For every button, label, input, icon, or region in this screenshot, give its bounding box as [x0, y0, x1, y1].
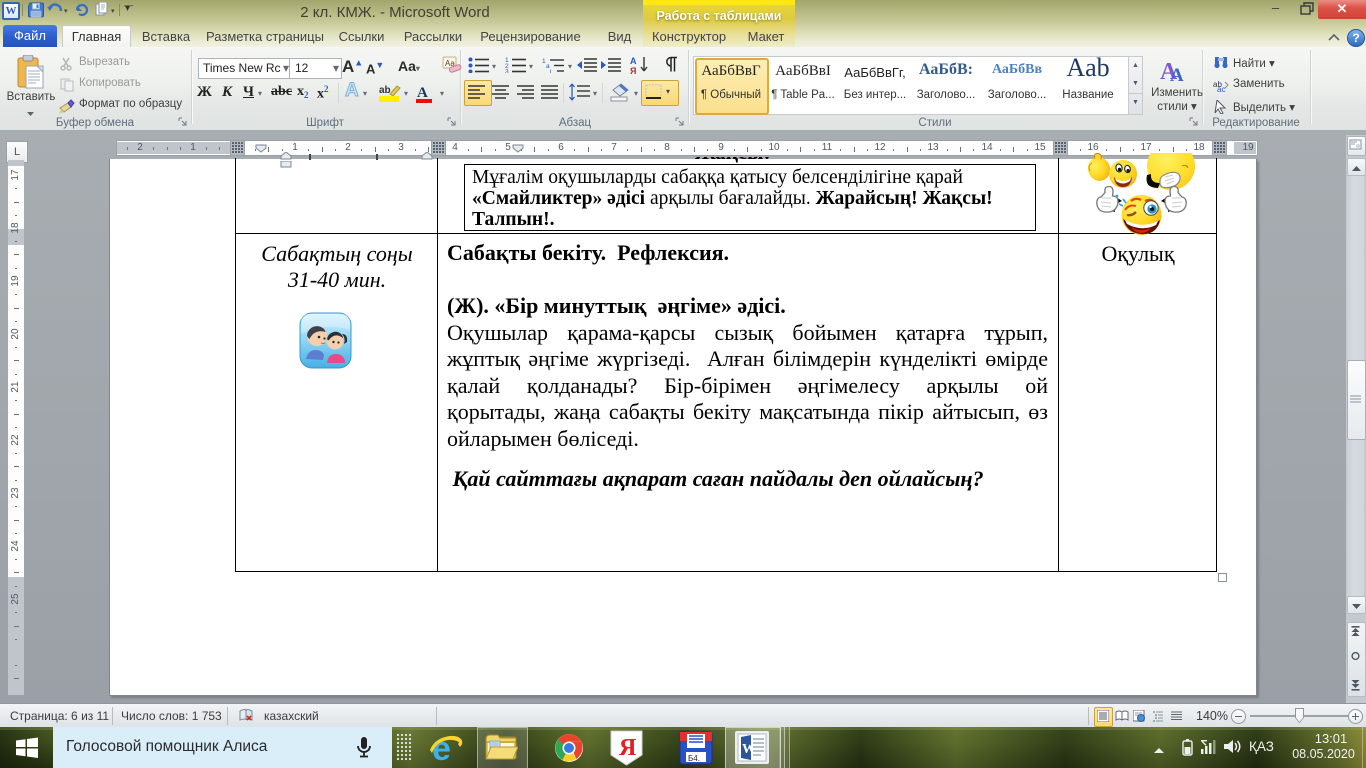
- svg-text:A: A: [417, 85, 428, 101]
- svg-text:Б4.: Б4.: [688, 754, 700, 763]
- svg-text:А: А: [630, 56, 637, 66]
- svg-text:ab: ab: [379, 85, 391, 96]
- svg-text:e: e: [432, 730, 451, 766]
- svg-text:А: А: [1170, 65, 1184, 85]
- svg-text:i: i: [550, 69, 551, 74]
- svg-text:ac: ac: [1217, 85, 1225, 92]
- svg-text:3: 3: [505, 69, 509, 74]
- svg-text:Я: Я: [630, 66, 636, 75]
- svg-text:Я: Я: [619, 735, 636, 761]
